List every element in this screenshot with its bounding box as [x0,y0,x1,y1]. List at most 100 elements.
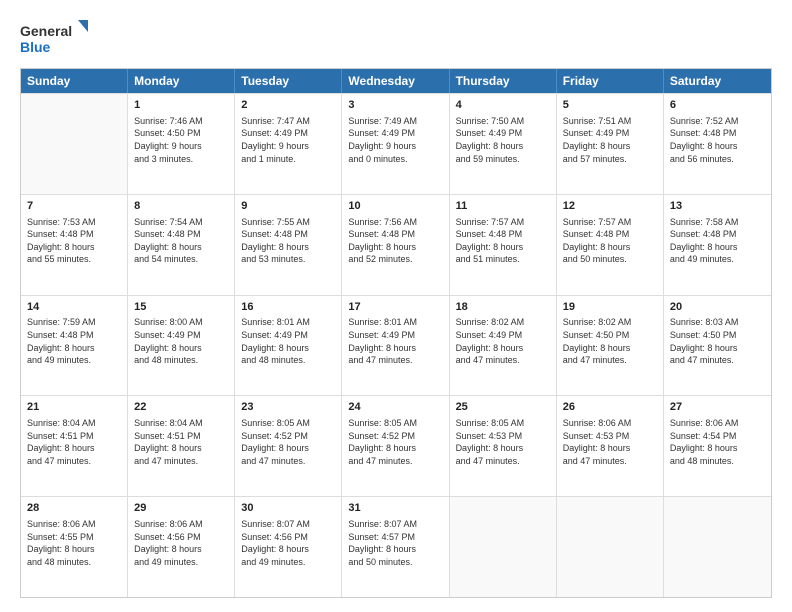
svg-text:Blue: Blue [20,39,51,55]
day-number: 24 [348,400,442,415]
header-cell-thursday: Thursday [450,69,557,93]
day-number: 5 [563,98,657,113]
cell-info: Sunrise: 7:52 AMSunset: 4:48 PMDaylight:… [670,115,765,165]
header-cell-monday: Monday [128,69,235,93]
cell-info: Sunrise: 7:55 AMSunset: 4:48 PMDaylight:… [241,216,335,266]
logo: General Blue [20,18,90,58]
day-number: 9 [241,199,335,214]
cell-info: Sunrise: 7:58 AMSunset: 4:48 PMDaylight:… [670,216,765,266]
calendar-row-1: 7 Sunrise: 7:53 AMSunset: 4:48 PMDaylight… [21,194,771,295]
calendar-cell: 10 Sunrise: 7:56 AMSunset: 4:48 PMDayligh… [342,195,449,295]
day-number: 31 [348,501,442,516]
cell-info: Sunrise: 7:46 AMSunset: 4:50 PMDaylight:… [134,115,228,165]
cell-info: Sunrise: 8:02 AMSunset: 4:50 PMDaylight:… [563,316,657,366]
cell-info: Sunrise: 8:03 AMSunset: 4:50 PMDaylight:… [670,316,765,366]
calendar-cell: 8Sunrise: 7:54 AMSunset: 4:48 PMDaylight… [128,195,235,295]
header-cell-sunday: Sunday [21,69,128,93]
cell-info: Sunrise: 7:47 AMSunset: 4:49 PMDaylight:… [241,115,335,165]
header: General Blue [20,18,772,58]
day-number: 10 [348,199,442,214]
calendar-cell: 7 Sunrise: 7:53 AMSunset: 4:48 PMDaylight… [21,195,128,295]
header-cell-friday: Friday [557,69,664,93]
calendar-cell: 4 Sunrise: 7:50 AMSunset: 4:49 PMDaylight… [450,94,557,194]
day-number: 18 [456,300,550,315]
header-cell-saturday: Saturday [664,69,771,93]
calendar-cell [557,497,664,597]
cell-info: Sunrise: 8:07 AMSunset: 4:57 PMDaylight:… [348,518,442,568]
calendar-cell: 24 Sunrise: 8:05 AMSunset: 4:52 PMDayligh… [342,396,449,496]
day-number: 13 [670,199,765,214]
header-cell-tuesday: Tuesday [235,69,342,93]
cell-info: Sunrise: 8:06 AMSunset: 4:53 PMDaylight:… [563,417,657,467]
cell-info: Sunrise: 8:04 AMSunset: 4:51 PMDaylight:… [27,417,121,467]
cell-info: Sunrise: 8:04 AMSunset: 4:51 PMDaylight:… [134,417,228,467]
calendar: SundayMondayTuesdayWednesdayThursdayFrid… [20,68,772,598]
day-number: 23 [241,400,335,415]
cell-info: Sunrise: 7:57 AMSunset: 4:48 PMDaylight:… [456,216,550,266]
cell-info: Sunrise: 8:05 AMSunset: 4:52 PMDaylight:… [348,417,442,467]
calendar-cell: 14Sunrise: 7:59 AMSunset: 4:48 PMDayligh… [21,296,128,396]
day-number: 14 [27,300,121,315]
cell-info: Sunrise: 8:06 AMSunset: 4:56 PMDaylight:… [134,518,228,568]
calendar-cell: 1 Sunrise: 7:46 AMSunset: 4:50 PMDaylight… [128,94,235,194]
day-number: 19 [563,300,657,315]
cell-info: Sunrise: 8:02 AMSunset: 4:49 PMDaylight:… [456,316,550,366]
cell-info: Sunrise: 7:50 AMSunset: 4:49 PMDaylight:… [456,115,550,165]
day-number: 27 [670,400,765,415]
page: General Blue SundayMondayTuesdayWednesda… [0,0,792,612]
calendar-header-row: SundayMondayTuesdayWednesdayThursdayFrid… [21,69,771,93]
calendar-cell: 30Sunrise: 8:07 AMSunset: 4:56 PMDayligh… [235,497,342,597]
calendar-cell [450,497,557,597]
day-number: 12 [563,199,657,214]
day-number: 25 [456,400,550,415]
calendar-cell: 9 Sunrise: 7:55 AMSunset: 4:48 PMDaylight… [235,195,342,295]
cell-info: Sunrise: 7:51 AMSunset: 4:49 PMDaylight:… [563,115,657,165]
calendar-cell: 11 Sunrise: 7:57 AMSunset: 4:48 PMDayligh… [450,195,557,295]
day-number: 4 [456,98,550,113]
calendar-cell: 27 Sunrise: 8:06 AMSunset: 4:54 PMDayligh… [664,396,771,496]
day-number: 22 [134,400,228,415]
calendar-cell: 15Sunrise: 8:00 AMSunset: 4:49 PMDayligh… [128,296,235,396]
calendar-cell: 12 Sunrise: 7:57 AMSunset: 4:48 PMDayligh… [557,195,664,295]
calendar-cell: 13 Sunrise: 7:58 AMSunset: 4:48 PMDayligh… [664,195,771,295]
calendar-cell: 16Sunrise: 8:01 AMSunset: 4:49 PMDayligh… [235,296,342,396]
day-number: 28 [27,501,121,516]
cell-info: Sunrise: 7:56 AMSunset: 4:48 PMDaylight:… [348,216,442,266]
calendar-cell [21,94,128,194]
cell-info: Sunrise: 7:57 AMSunset: 4:48 PMDaylight:… [563,216,657,266]
calendar-cell: 26 Sunrise: 8:06 AMSunset: 4:53 PMDayligh… [557,396,664,496]
cell-info: Sunrise: 8:07 AMSunset: 4:56 PMDaylight:… [241,518,335,568]
svg-text:General: General [20,23,72,39]
day-number: 11 [456,199,550,214]
cell-info: Sunrise: 8:06 AMSunset: 4:54 PMDaylight:… [670,417,765,467]
day-number: 7 [27,199,121,214]
calendar-row-4: 28Sunrise: 8:06 AMSunset: 4:55 PMDayligh… [21,496,771,597]
calendar-cell: 19Sunrise: 8:02 AMSunset: 4:50 PMDayligh… [557,296,664,396]
calendar-cell: 25 Sunrise: 8:05 AMSunset: 4:53 PMDayligh… [450,396,557,496]
cell-info: Sunrise: 7:59 AMSunset: 4:48 PMDaylight:… [27,316,121,366]
day-number: 1 [134,98,228,113]
calendar-row-3: 21 Sunrise: 8:04 AMSunset: 4:51 PMDayligh… [21,395,771,496]
calendar-cell: 23 Sunrise: 8:05 AMSunset: 4:52 PMDayligh… [235,396,342,496]
cell-info: Sunrise: 8:05 AMSunset: 4:52 PMDaylight:… [241,417,335,467]
header-cell-wednesday: Wednesday [342,69,449,93]
cell-info: Sunrise: 8:05 AMSunset: 4:53 PMDaylight:… [456,417,550,467]
logo-svg: General Blue [20,18,90,58]
cell-info: Sunrise: 7:54 AMSunset: 4:48 PMDaylight:… [134,216,228,266]
calendar-cell: 17Sunrise: 8:01 AMSunset: 4:49 PMDayligh… [342,296,449,396]
calendar-cell: 28Sunrise: 8:06 AMSunset: 4:55 PMDayligh… [21,497,128,597]
calendar-cell: 3Sunrise: 7:49 AMSunset: 4:49 PMDaylight… [342,94,449,194]
calendar-cell: 21 Sunrise: 8:04 AMSunset: 4:51 PMDayligh… [21,396,128,496]
calendar-cell: 2 Sunrise: 7:47 AMSunset: 4:49 PMDaylight… [235,94,342,194]
day-number: 2 [241,98,335,113]
day-number: 20 [670,300,765,315]
day-number: 16 [241,300,335,315]
cell-info: Sunrise: 8:01 AMSunset: 4:49 PMDaylight:… [241,316,335,366]
calendar-cell: 18Sunrise: 8:02 AMSunset: 4:49 PMDayligh… [450,296,557,396]
cell-info: Sunrise: 7:53 AMSunset: 4:48 PMDaylight:… [27,216,121,266]
day-number: 26 [563,400,657,415]
day-number: 6 [670,98,765,113]
calendar-cell: 20Sunrise: 8:03 AMSunset: 4:50 PMDayligh… [664,296,771,396]
day-number: 21 [27,400,121,415]
calendar-cell: 31 Sunrise: 8:07 AMSunset: 4:57 PMDayligh… [342,497,449,597]
